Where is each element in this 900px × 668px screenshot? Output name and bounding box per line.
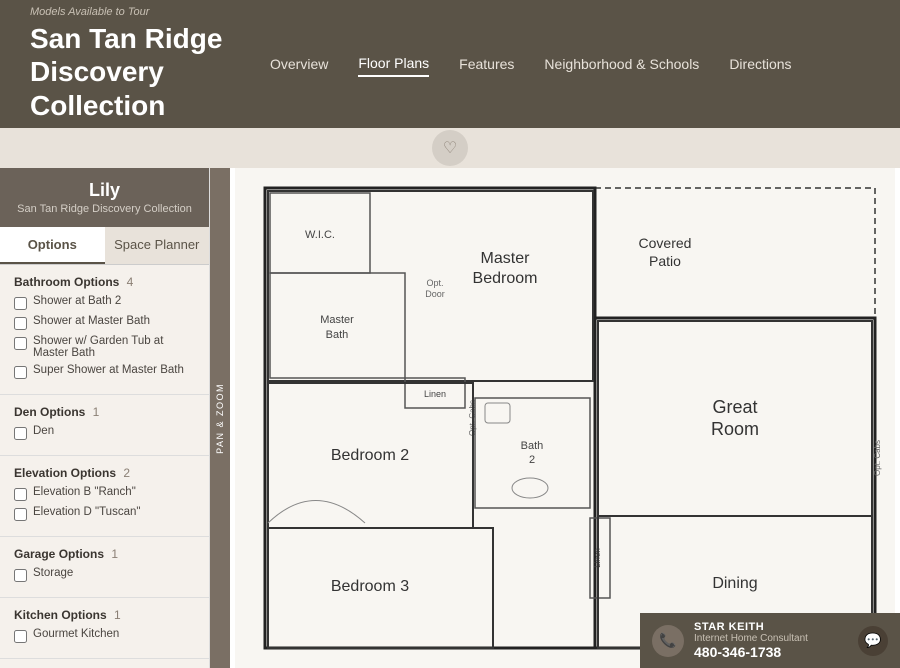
svg-text:Master: Master — [481, 250, 531, 267]
main-content: Lily San Tan Ridge Discovery Collection … — [0, 168, 900, 668]
contact-name: STAR KEITH — [694, 621, 808, 633]
checkbox-elevation-b[interactable] — [14, 488, 27, 501]
svg-text:Opt.: Opt. — [426, 278, 443, 288]
garage-count: 1 — [111, 547, 118, 561]
nav-directions[interactable]: Directions — [729, 52, 791, 76]
pan-zoom-label: PAN & ZOOM — [215, 383, 225, 454]
den-options-title: Den Options 1 — [14, 405, 195, 419]
sub-header: ♡ — [0, 128, 900, 168]
brand-section: Models Available to Tour San Tan RidgeDi… — [30, 6, 230, 123]
contact-phone: 480-346-1738 — [694, 644, 808, 660]
option-shower-garden[interactable]: Shower w/ Garden Tub at Master Bath — [14, 335, 195, 359]
svg-text:Dining: Dining — [712, 575, 757, 592]
elevation-options-title: Elevation Options 2 — [14, 466, 195, 480]
checkbox-shower-master[interactable] — [14, 317, 27, 330]
option-elevation-d[interactable]: Elevation D "Tuscan" — [14, 506, 195, 521]
svg-text:Bath: Bath — [326, 329, 349, 341]
svg-text:Patio: Patio — [649, 253, 681, 269]
elevation-options-section: Elevation Options 2 Elevation B "Ranch" … — [0, 456, 209, 537]
checkbox-elevation-d[interactable] — [14, 508, 27, 521]
garage-options-section: Garage Options 1 Storage — [0, 537, 209, 598]
bathroom-count: 4 — [127, 275, 134, 289]
models-tag: Models Available to Tour — [30, 6, 230, 18]
option-gourmet[interactable]: Gourmet Kitchen — [14, 628, 195, 643]
pan-zoom-tab[interactable]: PAN & ZOOM — [210, 168, 230, 668]
floorplan-area[interactable]: PAN & ZOOM Covered Patio W.I.C. Master B… — [210, 168, 900, 668]
svg-text:Bedroom: Bedroom — [473, 270, 538, 287]
tab-options[interactable]: Options — [0, 227, 105, 264]
nav-neighborhood[interactable]: Neighborhood & Schools — [544, 52, 699, 76]
checkbox-storage[interactable] — [14, 569, 27, 582]
bathroom-options-section: Bathroom Options 4 Shower at Bath 2 Show… — [0, 265, 209, 395]
favorite-button[interactable]: ♡ — [432, 130, 468, 166]
option-den[interactable]: Den — [14, 425, 195, 440]
svg-text:Master: Master — [320, 314, 354, 326]
svg-text:Door: Door — [425, 289, 445, 299]
den-count: 1 — [93, 405, 100, 419]
svg-text:Linen: Linen — [424, 389, 446, 399]
option-super-shower[interactable]: Super Shower at Master Bath — [14, 364, 195, 379]
option-elevation-b[interactable]: Elevation B "Ranch" — [14, 486, 195, 501]
phone-icon[interactable]: 📞 — [652, 625, 684, 657]
sidebar-brand: Lily San Tan Ridge Discovery Collection — [0, 168, 209, 227]
nav-features[interactable]: Features — [459, 52, 514, 76]
header: Models Available to Tour San Tan RidgeDi… — [0, 0, 900, 128]
svg-text:Bedroom 2: Bedroom 2 — [331, 447, 409, 464]
nav-overview[interactable]: Overview — [270, 52, 328, 76]
svg-text:Room: Room — [711, 419, 759, 439]
kitchen-options-title: Kitchen Options 1 — [14, 608, 195, 622]
svg-text:Opt. Cabs: Opt. Cabs — [873, 440, 882, 476]
chat-button[interactable]: 💬 — [858, 626, 888, 656]
svg-text:Covered: Covered — [639, 235, 692, 251]
checkbox-den[interactable] — [14, 427, 27, 440]
floorplan-svg: Covered Patio W.I.C. Master Bath Opt. Do… — [230, 168, 900, 668]
tab-space-planner[interactable]: Space Planner — [105, 227, 210, 264]
contact-info: STAR KEITH Internet Home Consultant 480-… — [694, 621, 808, 660]
plan-sub: San Tan Ridge Discovery Collection — [10, 203, 199, 215]
svg-text:Great: Great — [712, 397, 757, 417]
contact-bar: 📞 STAR KEITH Internet Home Consultant 48… — [640, 613, 900, 668]
garage-options-title: Garage Options 1 — [14, 547, 195, 561]
elevation-count: 2 — [123, 466, 130, 480]
brand-name: San Tan RidgeDiscoveryCollection — [30, 22, 230, 123]
kitchen-options-section: Kitchen Options 1 Gourmet Kitchen — [0, 598, 209, 659]
checkbox-gourmet[interactable] — [14, 630, 27, 643]
option-storage[interactable]: Storage — [14, 567, 195, 582]
plan-name: Lily — [10, 180, 199, 201]
svg-text:W.I.C.: W.I.C. — [305, 229, 335, 241]
option-shower-bath2[interactable]: Shower at Bath 2 — [14, 295, 195, 310]
checkbox-shower-bath2[interactable] — [14, 297, 27, 310]
bathroom-options-title: Bathroom Options 4 — [14, 275, 195, 289]
kitchen-count: 1 — [114, 608, 121, 622]
nav-floor-plans[interactable]: Floor Plans — [358, 51, 429, 77]
den-options-section: Den Options 1 Den — [0, 395, 209, 456]
option-shower-master[interactable]: Shower at Master Bath — [14, 315, 195, 330]
sidebar: Lily San Tan Ridge Discovery Collection … — [0, 168, 210, 668]
main-nav: Overview Floor Plans Features Neighborho… — [270, 51, 792, 77]
svg-text:Bath: Bath — [521, 440, 544, 452]
checkbox-super-shower[interactable] — [14, 366, 27, 379]
sidebar-tabs: Options Space Planner — [0, 227, 209, 265]
svg-text:Bedroom 3: Bedroom 3 — [331, 578, 409, 595]
contact-title: Internet Home Consultant — [694, 633, 808, 644]
svg-text:2: 2 — [529, 454, 535, 466]
checkbox-shower-garden[interactable] — [14, 337, 27, 350]
